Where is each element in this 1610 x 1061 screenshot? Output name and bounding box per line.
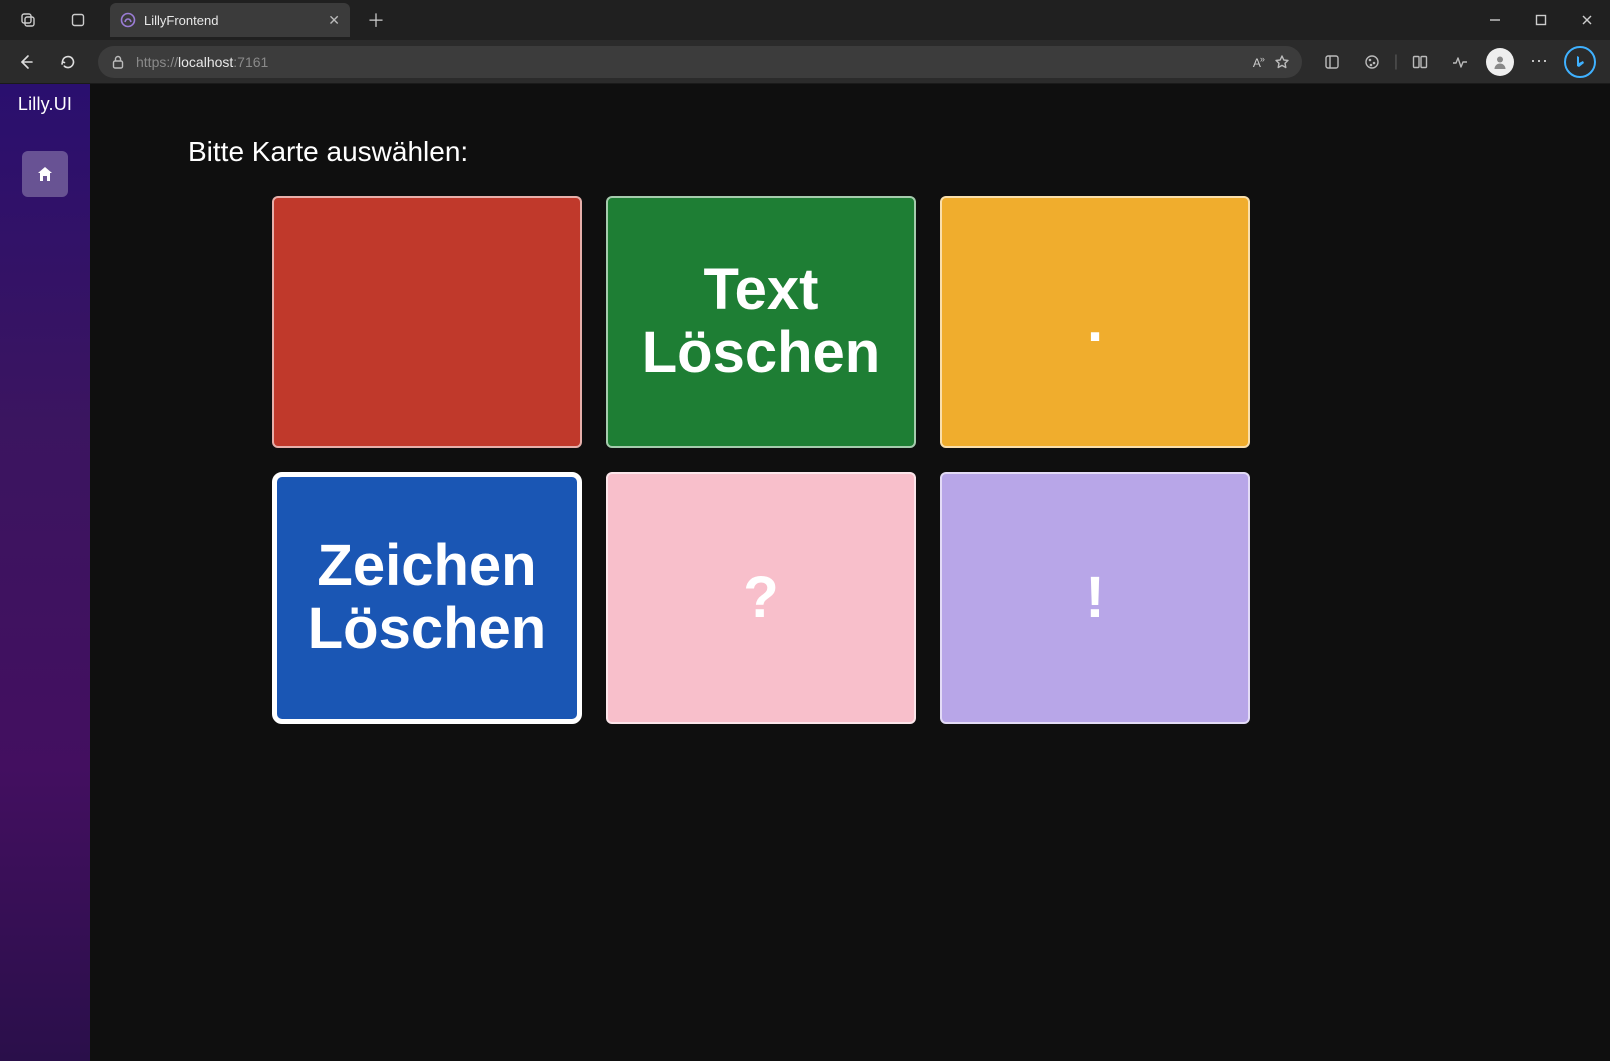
read-aloud-icon[interactable]: A»: [1253, 54, 1264, 70]
tab-title: LillyFrontend: [144, 13, 320, 28]
extension-icon[interactable]: [1314, 44, 1350, 80]
browser-toolbar: https://localhost:7161 A» | ⋯: [0, 40, 1610, 84]
window-controls: [1472, 0, 1610, 40]
refresh-button[interactable]: [50, 44, 86, 80]
workspaces-icon[interactable]: [60, 2, 96, 38]
card-label: !: [1085, 567, 1104, 630]
card-text-loeschen[interactable]: Text Löschen: [606, 196, 916, 448]
card-label: Zeichen Löschen: [308, 535, 547, 660]
card-zeichen-loeschen[interactable]: Zeichen Löschen: [272, 472, 582, 724]
cookies-icon[interactable]: [1354, 44, 1390, 80]
card-exclaim[interactable]: !: [940, 472, 1250, 724]
card-label: Text Löschen: [642, 259, 881, 384]
site-info-icon[interactable]: [110, 54, 126, 70]
app-sidebar: Lilly.UI: [0, 84, 90, 1061]
tab-favicon: [120, 12, 136, 28]
bing-button[interactable]: [1562, 44, 1598, 80]
card-label: .: [1087, 291, 1103, 354]
window-maximize-button[interactable]: [1518, 0, 1564, 40]
tab-actions-icon[interactable]: [10, 2, 46, 38]
back-button[interactable]: [8, 44, 44, 80]
performance-icon[interactable]: [1442, 44, 1478, 80]
tab-close-icon[interactable]: ✕: [328, 12, 340, 29]
more-button[interactable]: ⋯: [1522, 44, 1558, 80]
window-close-button[interactable]: [1564, 0, 1610, 40]
favorite-icon[interactable]: [1274, 54, 1290, 70]
main-content: Bitte Karte auswählen: Text Löschen . Ze…: [90, 84, 1610, 1061]
toolbar-right-icons: | ⋯: [1314, 44, 1602, 80]
split-screen-icon[interactable]: [1402, 44, 1438, 80]
page-viewport: Lilly.UI Bitte Karte auswählen: Text Lös…: [0, 84, 1610, 1061]
card-question[interactable]: ?: [606, 472, 916, 724]
card-empty-red[interactable]: [272, 196, 582, 448]
titlebar-left-icons: [0, 2, 96, 38]
app-brand: Lilly.UI: [18, 94, 72, 115]
card-period[interactable]: .: [940, 196, 1250, 448]
sidebar-home-button[interactable]: [22, 151, 68, 197]
window-titlebar: LillyFrontend ✕ ＋: [0, 0, 1610, 40]
address-bar[interactable]: https://localhost:7161 A»: [98, 46, 1302, 78]
address-text: https://localhost:7161: [136, 54, 1243, 70]
page-heading: Bitte Karte auswählen:: [188, 136, 1540, 168]
profile-button[interactable]: [1482, 44, 1518, 80]
new-tab-button[interactable]: ＋: [362, 6, 390, 34]
browser-tab[interactable]: LillyFrontend ✕: [110, 3, 350, 37]
card-grid: Text Löschen . Zeichen Löschen ? !: [272, 196, 1540, 724]
card-label: ?: [743, 567, 778, 630]
window-minimize-button[interactable]: [1472, 0, 1518, 40]
